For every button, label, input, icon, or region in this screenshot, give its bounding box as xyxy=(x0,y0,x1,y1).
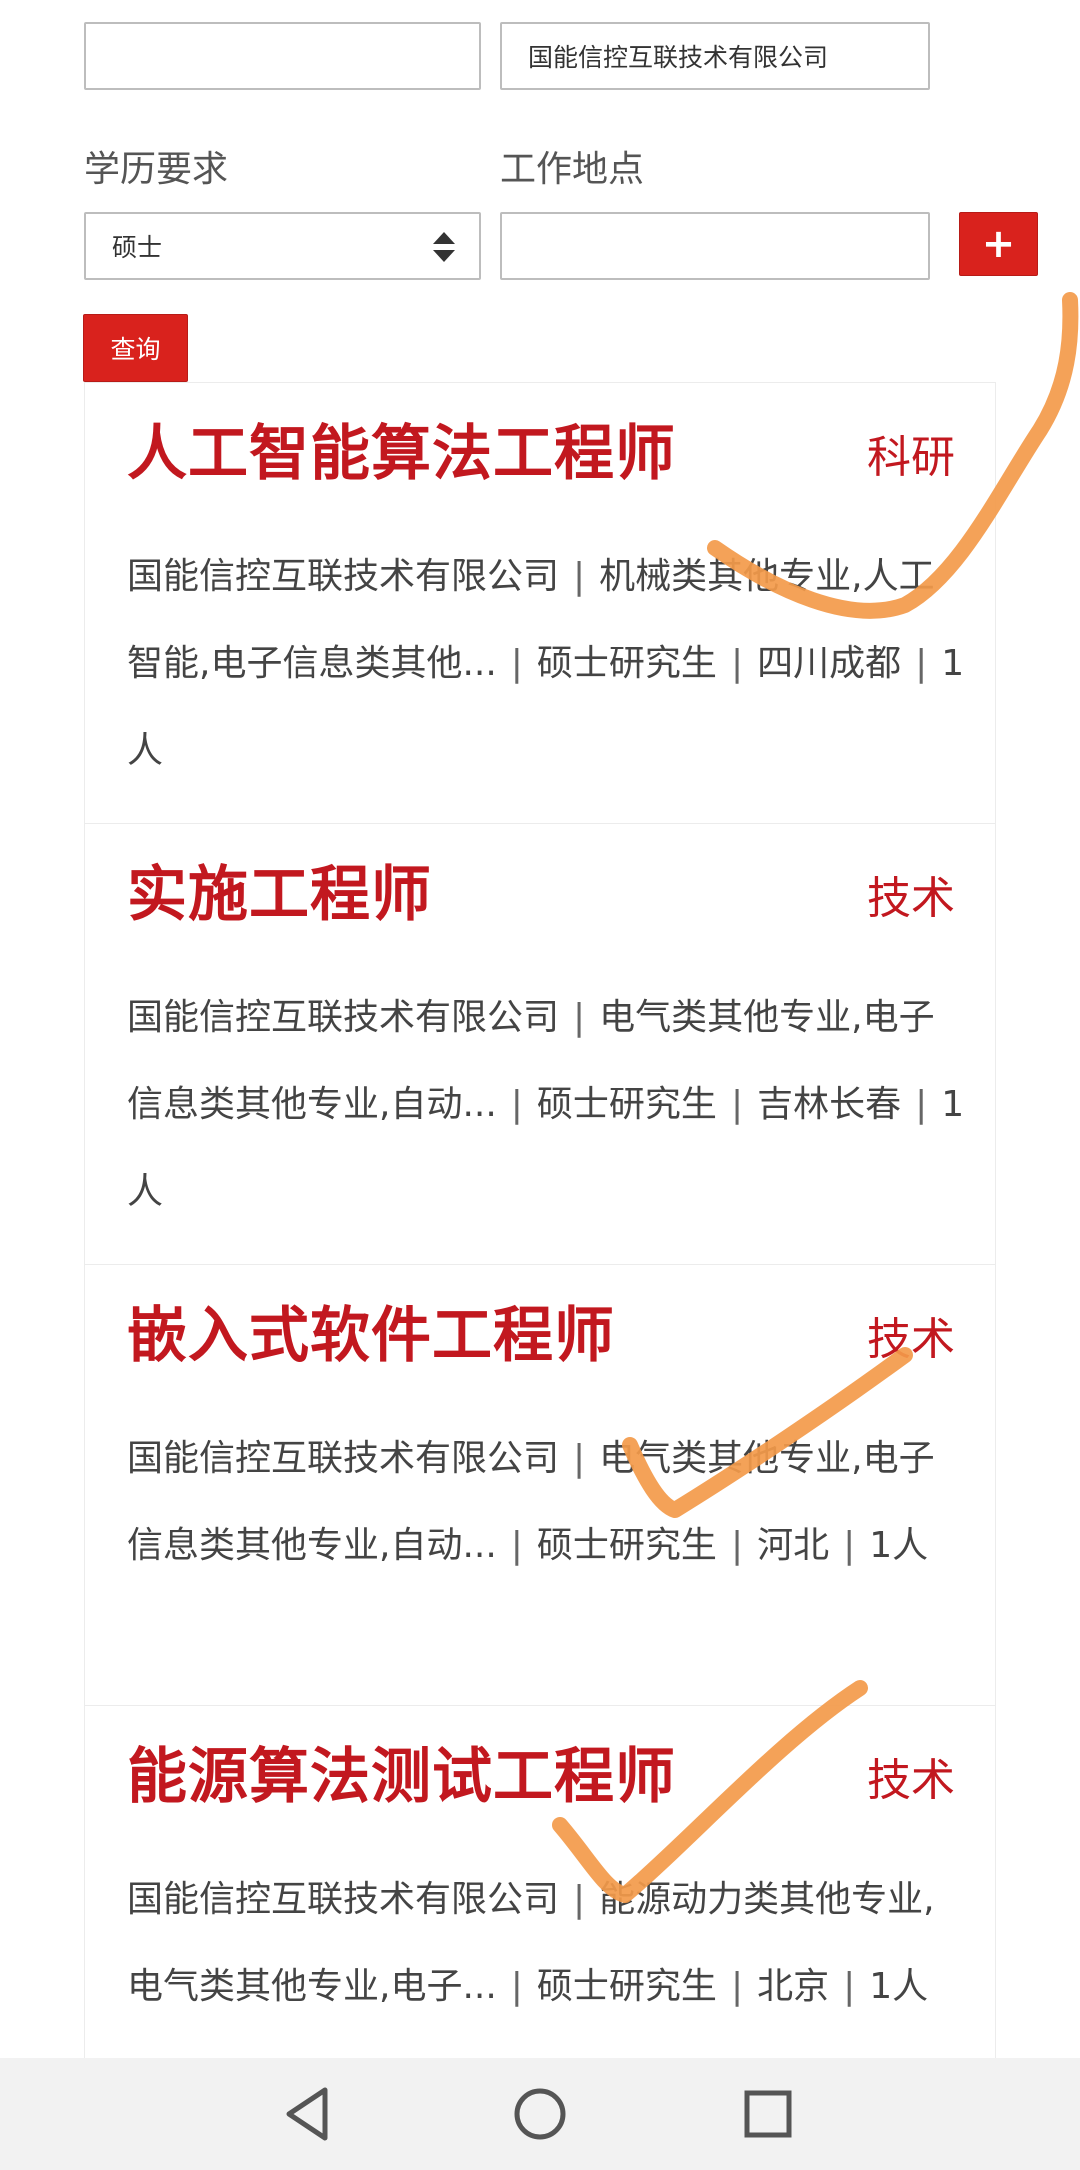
job-count: 1人 xyxy=(869,1525,929,1566)
info-separator: | xyxy=(510,1525,523,1566)
info-separator: | xyxy=(573,556,586,597)
job-company: 国能信控互联技术有限公司 xyxy=(127,1879,560,1920)
job-education: 硕士研究生 xyxy=(536,1525,717,1566)
info-separator: | xyxy=(573,1879,586,1920)
navigation-bar xyxy=(0,2058,1080,2170)
info-separator: | xyxy=(730,1966,744,2007)
job-education: 硕士研究生 xyxy=(536,1966,717,2007)
location-input[interactable] xyxy=(500,212,930,280)
job-title[interactable]: 嵌入式软件工程师 xyxy=(127,1287,615,1374)
education-label: 学历要求 xyxy=(84,149,229,190)
job-info: 国能信控互联技术有限公司 | 电气类其他专业,电子信息类其他专业,自动... | 硕士研… xyxy=(127,1415,967,1589)
add-button[interactable]: + xyxy=(959,212,1038,276)
job-location: 四川成都 xyxy=(757,643,902,684)
job-title[interactable]: 能源算法测试工程师 xyxy=(127,1728,676,1815)
recents-square-icon[interactable] xyxy=(736,2082,800,2146)
info-separator: | xyxy=(510,643,523,684)
info-separator: | xyxy=(843,1966,856,2007)
job-info: 国能信控互联技术有限公司 | 电气类其他专业,电子信息类其他专业,自动... | 硕士研… xyxy=(127,974,967,1235)
job-list: 人工智能算法工程师 科研 国能信控互联技术有限公司 | 机械类其他专业,人工智能,电… xyxy=(84,382,996,2062)
job-card[interactable]: 人工智能算法工程师 科研 国能信控互联技术有限公司 | 机械类其他专业,人工智能,电… xyxy=(85,383,995,824)
back-triangle-icon[interactable] xyxy=(277,2082,341,2146)
job-title[interactable]: 实施工程师 xyxy=(127,846,432,933)
education-selected-value: 硕士 xyxy=(112,233,163,262)
home-circle-icon[interactable] xyxy=(508,2082,572,2146)
job-title[interactable]: 人工智能算法工程师 xyxy=(127,405,676,492)
info-separator: | xyxy=(730,643,744,684)
info-separator: | xyxy=(730,1525,744,1566)
job-company: 国能信控互联技术有限公司 xyxy=(127,556,560,597)
job-education: 硕士研究生 xyxy=(536,643,717,684)
job-location: 河北 xyxy=(757,1525,830,1566)
job-category: 技术 xyxy=(867,873,955,924)
info-separator: | xyxy=(843,1525,856,1566)
job-company: 国能信控互联技术有限公司 xyxy=(127,997,560,1038)
info-separator: | xyxy=(915,1084,928,1125)
job-category: 科研 xyxy=(867,432,955,483)
info-separator: | xyxy=(730,1084,744,1125)
job-location: 北京 xyxy=(757,1966,830,2007)
info-separator: | xyxy=(573,997,586,1038)
job-card[interactable]: 能源算法测试工程师 技术 国能信控互联技术有限公司 | 能源动力类其他专业,电气类其… xyxy=(85,1706,995,2062)
job-company: 国能信控互联技术有限公司 xyxy=(127,1438,560,1479)
education-select[interactable]: 硕士 xyxy=(84,212,481,280)
select-arrows-icon xyxy=(433,232,455,262)
job-category: 技术 xyxy=(867,1755,955,1806)
job-card[interactable]: 嵌入式软件工程师 技术 国能信控互联技术有限公司 | 电气类其他专业,电子信息类其他… xyxy=(85,1265,995,1706)
job-info: 国能信控互联技术有限公司 | 能源动力类其他专业,电气类其他专业,电子... | 硕士研… xyxy=(127,1856,967,2030)
job-count: 1人 xyxy=(869,1966,929,2007)
location-label: 工作地点 xyxy=(500,149,645,190)
company-input[interactable]: 国能信控互联技术有限公司 xyxy=(500,22,930,90)
info-separator: | xyxy=(510,1084,523,1125)
job-card[interactable]: 实施工程师 技术 国能信控互联技术有限公司 | 电气类其他专业,电子信息类其他专业,… xyxy=(85,824,995,1265)
info-separator: | xyxy=(573,1438,586,1479)
info-separator: | xyxy=(915,643,928,684)
job-location: 吉林长春 xyxy=(757,1084,902,1125)
job-info: 国能信控互联技术有限公司 | 机械类其他专业,人工智能,电子信息类其他... | 硕士研… xyxy=(127,533,967,794)
job-education: 硕士研究生 xyxy=(536,1084,717,1125)
info-separator: | xyxy=(510,1966,523,2007)
top-left-input[interactable] xyxy=(84,22,481,90)
search-button[interactable]: 查询 xyxy=(83,314,188,382)
job-category: 技术 xyxy=(867,1314,955,1365)
